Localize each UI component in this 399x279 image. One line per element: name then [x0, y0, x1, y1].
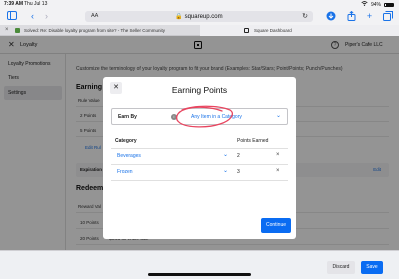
close-tab-icon[interactable]: × [5, 25, 9, 36]
reload-icon[interactable]: ↻ [302, 12, 308, 20]
community-favicon-icon [15, 28, 20, 33]
save-button[interactable]: Save [361, 261, 383, 274]
continue-button[interactable]: Continue [261, 218, 291, 233]
divider [111, 148, 288, 149]
category-select-frozen[interactable]: Frozen [117, 169, 133, 175]
address-bar[interactable]: AA 🔒 squareup.com ↻ [85, 11, 313, 22]
browser-toolbar: ‹ › AA 🔒 squareup.com ↻ + [0, 8, 399, 25]
wifi-icon [361, 1, 368, 8]
modal-title: Earning Points [171, 85, 228, 95]
earning-points-modal: ✕ Earning Points Earn By i Any Item in a… [103, 77, 296, 239]
discard-button[interactable]: Discard [327, 261, 355, 274]
status-bar: 7:39 AM Thu Jul 13 94% [0, 0, 399, 8]
forward-icon[interactable]: › [41, 11, 52, 22]
chevron-down-icon[interactable]: ⌄ [223, 151, 228, 158]
square-favicon-icon [244, 28, 249, 33]
home-indicator [148, 273, 251, 276]
category-select-beverages[interactable]: Beverages [117, 153, 141, 159]
lock-icon: 🔒 [175, 14, 183, 20]
share-icon[interactable] [346, 10, 357, 22]
tab-square-dashboard[interactable]: Square Dashboard [200, 25, 399, 36]
url-text: 🔒 squareup.com [85, 13, 313, 20]
status-date: Thu Jul 13 [24, 1, 48, 7]
tab-label: Solved: Re: Disable loyalty program from… [24, 28, 165, 33]
annotation-circle [175, 105, 234, 128]
divider [111, 180, 288, 181]
chevron-down-icon: ⌄ [275, 113, 281, 119]
new-tab-icon[interactable]: + [364, 11, 375, 22]
tab-seller-community[interactable]: × Solved: Re: Disable loyalty program fr… [0, 25, 200, 36]
tab-overview-icon[interactable] [382, 11, 393, 22]
back-icon[interactable]: ‹ [27, 11, 38, 22]
download-icon[interactable] [325, 11, 336, 22]
tab-strip: × Solved: Re: Disable loyalty program fr… [0, 25, 399, 36]
category-header: Category [115, 138, 137, 144]
url-domain: squareup.com [184, 14, 223, 20]
earn-by-label: Earn By [118, 114, 137, 120]
battery-icon [384, 2, 394, 7]
status-right: 94% [361, 1, 394, 8]
chevron-down-icon[interactable]: ⌄ [223, 167, 228, 174]
remove-row-icon[interactable]: × [276, 152, 280, 158]
points-input[interactable]: 2 [237, 153, 240, 159]
battery-percent: 94% [370, 1, 381, 8]
tab-label: Square Dashboard [254, 28, 292, 33]
sidebar-toggle-icon[interactable] [6, 11, 17, 22]
points-earned-header: Points Earned [237, 138, 269, 144]
remove-row-icon[interactable]: × [276, 168, 280, 174]
divider [111, 164, 288, 165]
status-time: 7:39 AM [4, 1, 23, 7]
points-input[interactable]: 3 [237, 169, 240, 175]
